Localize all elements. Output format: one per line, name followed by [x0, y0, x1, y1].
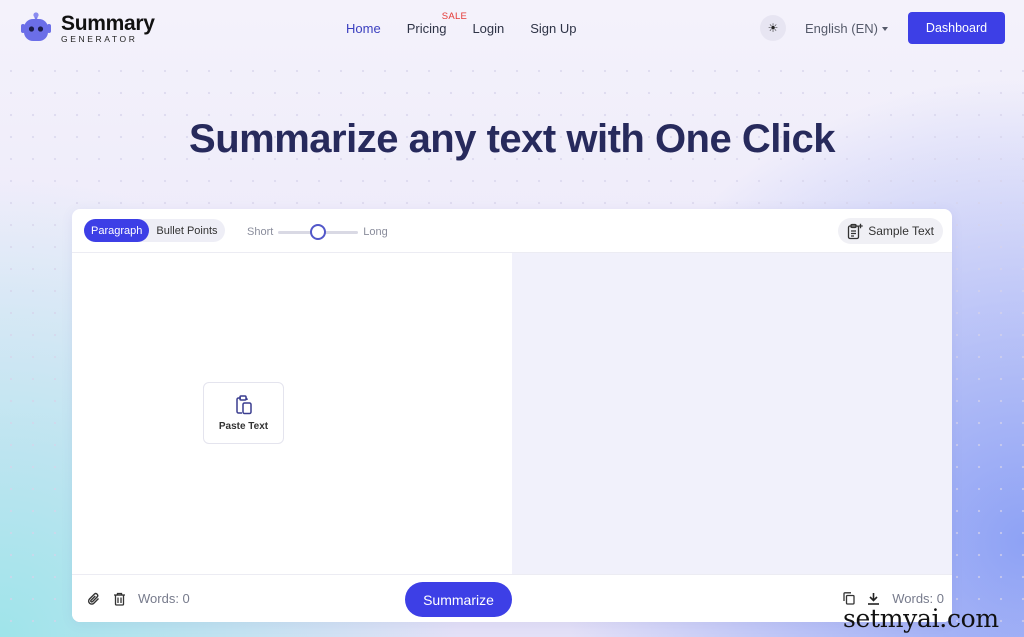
sample-text-button[interactable]: Sample Text	[838, 218, 943, 244]
trash-icon[interactable]	[113, 592, 126, 606]
hero-title: Summarize any text with One Click	[189, 117, 835, 161]
nav-login[interactable]: Login	[472, 21, 504, 36]
dashboard-button[interactable]: Dashboard	[908, 12, 1005, 44]
editor-toolbar: Paragraph Bullet Points Short Long Sampl…	[72, 209, 952, 253]
robot-logo-icon	[20, 12, 52, 44]
language-selector[interactable]: English (EN)	[805, 21, 888, 36]
clipboard-plus-icon	[848, 223, 863, 239]
logo-title: Summary	[61, 11, 155, 35]
mode-toggle: Paragraph Bullet Points	[84, 219, 225, 242]
summarize-button[interactable]: Summarize	[405, 582, 512, 617]
sun-icon: ☀	[767, 21, 779, 35]
attach-file-icon[interactable]	[87, 592, 101, 606]
length-slider-group: Short Long	[247, 223, 388, 240]
top-navbar: Summary GENERATOR Home Pricing SALE Logi…	[0, 0, 1024, 56]
output-pane[interactable]	[512, 253, 952, 574]
paste-text-button[interactable]: Paste Text	[203, 382, 284, 444]
length-slider[interactable]	[278, 223, 359, 240]
watermark: setmyai.com	[843, 604, 999, 633]
length-slider-thumb[interactable]	[310, 223, 327, 240]
logo-subtitle: GENERATOR	[61, 33, 138, 44]
sale-badge: SALE	[441, 11, 468, 22]
mode-paragraph[interactable]: Paragraph	[84, 219, 150, 242]
paste-text-label: Paste Text	[218, 420, 269, 432]
nav-sign-up[interactable]: Sign Up	[530, 21, 576, 36]
logo[interactable]: Summary GENERATOR	[20, 12, 155, 44]
nav-home[interactable]: Home	[346, 21, 381, 36]
editor-panes: Paste Text	[72, 253, 952, 574]
main-menu: Home Pricing SALE Login Sign Up	[346, 11, 603, 36]
sample-text-label: Sample Text	[868, 224, 934, 238]
nav-pricing-label: Pricing	[406, 21, 447, 36]
caret-down-icon	[881, 26, 888, 31]
slider-min-label: Short	[247, 226, 274, 238]
clipboard-paste-icon	[235, 394, 252, 414]
summarizer-card: Paragraph Bullet Points Short Long Sampl…	[72, 209, 952, 622]
input-pane[interactable]: Paste Text	[72, 253, 512, 574]
editor-footer: Words: 0 Summarize Words: 0	[72, 574, 952, 622]
nav-pricing[interactable]: Pricing SALE	[406, 11, 467, 36]
theme-toggle-button[interactable]: ☀	[760, 15, 786, 41]
language-label: English (EN)	[805, 21, 878, 36]
mode-bullet-points[interactable]: Bullet Points	[149, 219, 224, 242]
slider-max-label: Long	[363, 226, 388, 238]
input-word-count: Words: 0	[138, 591, 190, 606]
